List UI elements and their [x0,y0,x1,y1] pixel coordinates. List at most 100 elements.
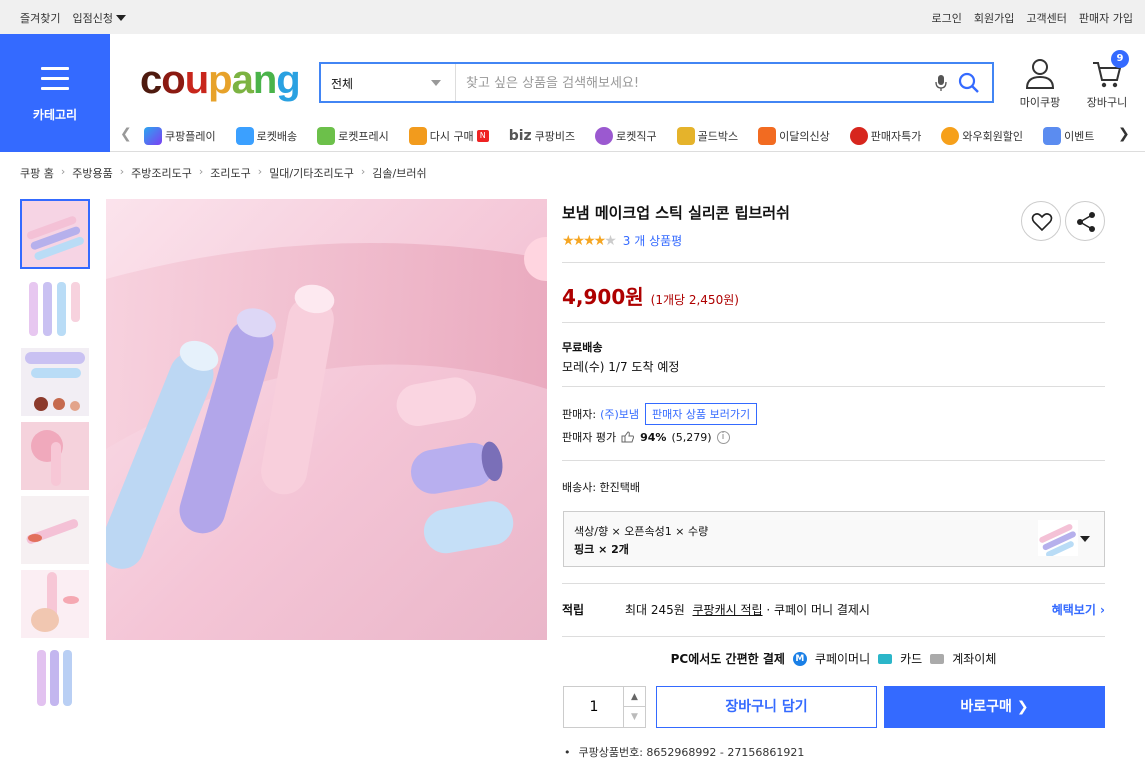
product-info-panel: 보냄 메이크업 스틱 실리콘 립브러쉬 ★★★★★ 3 개 상품평 4,900원… [562,199,1105,759]
service-new-arrivals[interactable]: 이달의신상 [758,125,830,147]
service-rebuy[interactable]: 다시 구매 N [408,125,489,147]
chevron-right-icon[interactable]: ❯ [1118,126,1130,142]
login-link[interactable]: 로그인 [932,10,962,26]
service-coupang-play[interactable]: 쿠팡플레이 [144,125,216,147]
mycoupang-button[interactable]: 마이쿠팡 [1010,58,1070,110]
thumbnail-4[interactable] [20,421,90,491]
breadcrumb-item[interactable]: 조리도구 [210,165,250,181]
percent-icon [849,127,868,145]
play-icon [144,127,162,145]
breadcrumb-separator-icon: › [119,165,125,178]
seller-signup-link[interactable]: 판매자 가입 [1079,10,1133,26]
favorites-link[interactable]: 즐겨찾기 [20,10,60,26]
service-seller-deals[interactable]: 판매자특가 [849,125,921,147]
top-utility-bar: 즐겨찾기 입점신청 로그인 회원가입 고객센터 판매자 가입 [0,0,1145,34]
service-rocket-fresh[interactable]: 로켓프레시 [317,125,389,147]
basket-icon [408,127,427,145]
breadcrumb-separator-icon: › [360,165,366,178]
seller-rating-label: 판매자 평가 [562,431,617,444]
microphone-icon[interactable] [935,74,947,96]
thumbnail-2[interactable] [20,273,90,343]
info-icon[interactable]: i [716,430,730,444]
rocket-icon [235,127,254,145]
seller-name-link[interactable]: (주)보냄 [600,406,639,422]
payment-methods: PC에서도 간편한 결제 M 쿠페이머니 카드 계좌이체 [562,650,1105,667]
user-icon [1025,59,1055,89]
seller-label: 판매자: [562,408,597,421]
divider [562,262,1105,263]
breadcrumb-item[interactable]: 주방조리도구 [131,165,192,181]
thumbnail-list [20,199,90,717]
thumbs-up-icon [621,431,635,443]
search-input[interactable] [466,72,926,94]
divider [562,322,1105,323]
card-icon [878,653,893,664]
mycoupang-label: 마이쿠팡 [1019,96,1061,109]
service-goldbox[interactable]: 골드박스 [676,125,738,147]
service-wow-discount[interactable]: 와우회원할인 [941,125,1023,147]
thumbnail-1[interactable] [20,199,90,269]
coupang-cash-link[interactable]: 쿠팡캐시 적립 [692,603,762,617]
service-event[interactable]: 이벤트 [1043,125,1094,147]
seller-rating-count: (5,279) [671,430,712,444]
chevron-left-icon[interactable]: ❮ [120,126,132,142]
quantity-input[interactable] [564,687,624,727]
service-rocket-direct[interactable]: 로켓직구 [595,125,657,147]
increase-quantity-button[interactable]: ▲ [623,687,645,707]
chevron-down-icon [1080,536,1090,542]
chevron-down-icon [431,80,441,86]
breadcrumb-item[interactable]: 주방용품 [72,165,112,181]
breadcrumb-separator-icon: › [198,165,204,178]
seller-apply-link[interactable]: 입점신청 [72,10,126,26]
search-category-select[interactable]: 전체 [321,64,456,101]
main-product-image[interactable] [106,199,547,640]
thumbnail-3[interactable] [20,347,90,417]
thumbnail-5[interactable] [20,495,90,565]
category-label: 카테고리 [32,108,78,122]
thumbnail-6[interactable] [20,569,90,639]
seller-products-button[interactable]: 판매자 상품 보러가기 [645,403,758,425]
dropdown-caret-icon [115,15,126,21]
product-number: 쿠팡상품번호: 8652968992 - 27156861921 [564,744,805,760]
share-icon [1077,212,1095,232]
service-coupang-biz[interactable]: biz 쿠팡비즈 [509,125,575,147]
buy-now-button[interactable]: 바로구매 ❯ [884,686,1105,728]
seller-rating-value: 94% [640,430,667,444]
hamburger-icon [41,67,69,90]
add-to-cart-button[interactable]: 장바구니 담기 [656,686,877,728]
search-icon[interactable] [958,72,980,98]
cart-button[interactable]: 장바구니 9 [1077,50,1137,110]
service-nav: ❮ 쿠팡플레이 로켓배송 로켓프레시 다시 구매 N biz 쿠팡비즈 로켓직구 골… [110,118,1145,152]
favorite-button[interactable] [1021,201,1061,241]
bank-transfer-icon [930,653,945,664]
category-menu-button[interactable]: 카테고리 [0,34,110,152]
arrival-date: 모레(수) 1/7 도착 예정 [562,360,680,374]
benefits-link[interactable]: 혜택보기 › [1052,601,1105,618]
service-rocket-delivery[interactable]: 로켓배송 [235,125,297,147]
divider [562,636,1105,637]
price: 4,900원 (1개당 2,450원) [562,285,739,309]
breadcrumb-item[interactable]: 김솔/브러쉬 [372,165,426,181]
divider [562,386,1105,387]
option-select[interactable]: 색상/향 × 오픈속성1 × 수량 핑크 × 2개 [563,511,1105,567]
cart-count-badge: 9 [1111,50,1129,68]
decrease-quantity-button[interactable]: ▼ [623,707,645,727]
quantity-stepper: ▲ ▼ [563,686,646,728]
payment-method: 계좌이체 [952,652,997,666]
coupon-icon [1043,127,1062,145]
thumbnail-7[interactable] [20,643,90,713]
coupay-money-icon: M [792,651,807,666]
review-count-link[interactable]: 3 개 상품평 [623,232,682,249]
breadcrumb-item[interactable]: 쿠팡 홈 [20,165,54,181]
customer-center-link[interactable]: 고객센터 [1026,10,1066,26]
signup-link[interactable]: 회원가입 [974,10,1014,26]
payment-title: PC에서도 간편한 결제 [670,652,785,666]
divider [562,583,1105,584]
share-button[interactable] [1065,201,1105,241]
cart-label: 장바구니 [1086,96,1128,109]
option-thumbnail [1038,520,1078,556]
breadcrumb-item[interactable]: 밀대/기타조리도구 [269,165,354,181]
payment-method: 카드 [900,652,923,666]
wow-icon [941,127,960,145]
coupang-logo[interactable]: coupang [140,60,301,100]
